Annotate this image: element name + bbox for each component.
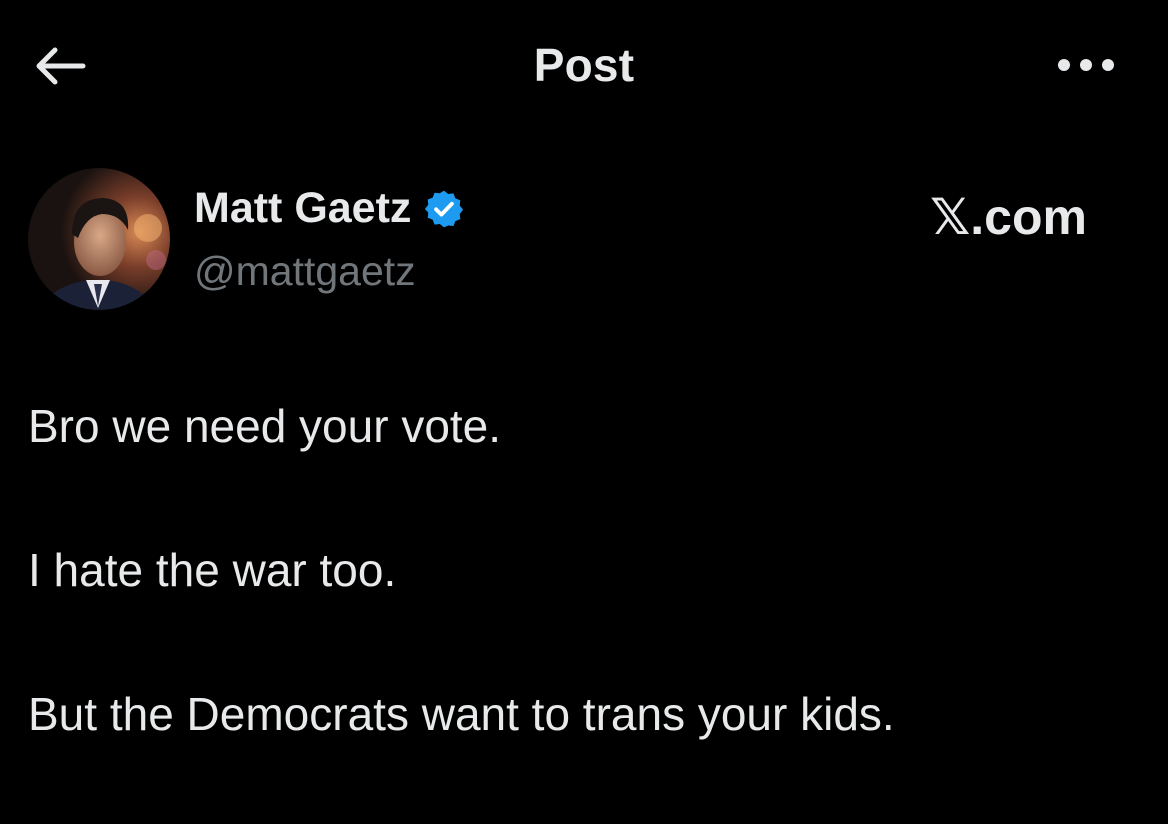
- x-com-watermark: 𝕏.com: [930, 189, 1087, 245]
- ellipsis-icon: [1058, 59, 1114, 71]
- avatar[interactable]: [28, 168, 170, 310]
- more-options-button[interactable]: [1046, 40, 1126, 90]
- author-handle[interactable]: @mattgaetz: [194, 248, 416, 295]
- author-display-name: Matt Gaetz: [194, 184, 412, 232]
- post-line: But the Democrats want to trans your kid…: [28, 688, 895, 740]
- post-line: Bro we need your vote.: [28, 400, 502, 452]
- verified-badge-icon: [425, 190, 464, 227]
- author-name-row[interactable]: Matt Gaetz: [194, 184, 465, 233]
- post-line: I hate the war too.: [28, 544, 397, 596]
- avatar-image: [28, 168, 170, 310]
- page-title: Post: [533, 39, 635, 91]
- post-text: Bro we need your vote. I hate the war to…: [28, 392, 1138, 824]
- top-app-bar: Post: [0, 0, 1168, 130]
